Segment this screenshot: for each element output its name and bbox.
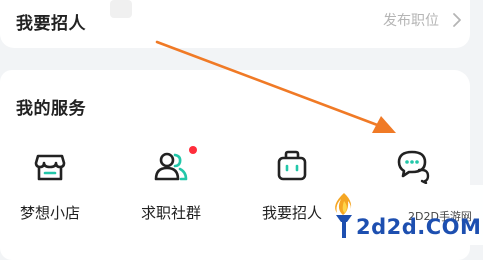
site-watermark: 2D2D手游网 2d2d.COM [322, 185, 483, 245]
services-section-title: 我的服务 [16, 99, 86, 119]
service-label: 求职社群 [140, 204, 201, 222]
people-group-icon [153, 146, 197, 184]
storefront-icon [32, 148, 68, 184]
watermark-brand: 2d2d.COM [356, 215, 482, 239]
service-job-community[interactable]: 求职社群 [121, 146, 221, 223]
briefcase-icon [274, 148, 310, 184]
post-job-link[interactable]: 发布职位 [383, 10, 463, 30]
hire-section-title: 我要招人 [16, 14, 86, 34]
top-edge-fragment [110, 0, 132, 18]
post-job-label: 发布职位 [383, 13, 439, 29]
notification-badge [189, 146, 197, 154]
chat-bubbles-icon [395, 148, 431, 185]
service-label: 梦想小店 [19, 204, 80, 222]
service-dream-shop[interactable]: 梦想小店 [0, 148, 100, 223]
chevron-right-icon [453, 13, 461, 27]
